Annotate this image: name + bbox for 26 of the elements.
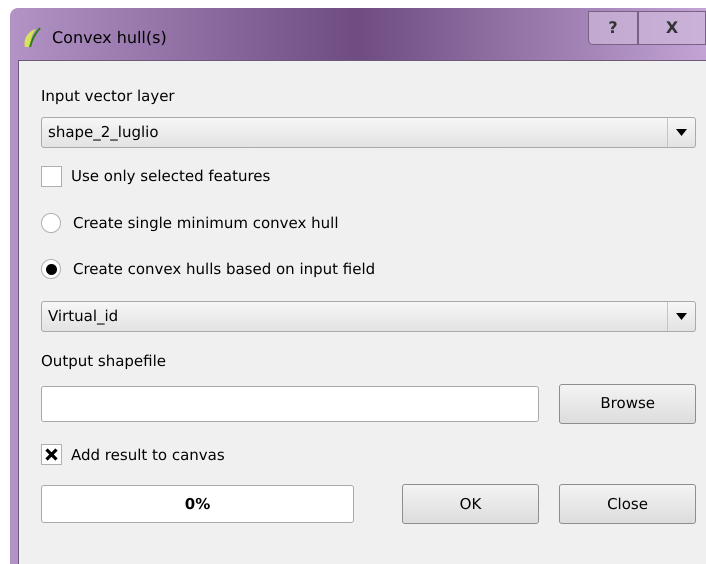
caret-icon bbox=[676, 129, 687, 136]
dropdown[interactable]: Virtual_id bbox=[41, 300, 696, 332]
app-logo-icon bbox=[22, 27, 42, 49]
dialog-button[interactable]: Close bbox=[559, 484, 696, 524]
dropdown[interactable]: shape_2_luglio bbox=[41, 117, 696, 148]
progress-text: 0% bbox=[184, 494, 210, 515]
radio-label: Create convex hulls based on input field bbox=[73, 259, 376, 280]
radio-button[interactable] bbox=[41, 259, 61, 280]
checkbox[interactable] bbox=[41, 166, 62, 187]
checkbox-label: Use only selected features bbox=[71, 166, 270, 187]
dropdown-value: Virtual_id bbox=[47, 306, 120, 327]
cross-icon bbox=[45, 448, 58, 462]
dialog-button[interactable]: OK bbox=[402, 484, 539, 524]
dialog-button[interactable]: Browse bbox=[559, 384, 696, 424]
field-label: Input vector layer bbox=[41, 86, 176, 107]
window-title: Convex hull(s) bbox=[52, 27, 167, 49]
radio-button[interactable] bbox=[41, 212, 61, 233]
output-path-field[interactable] bbox=[41, 386, 540, 422]
help-button[interactable]: ? bbox=[588, 11, 638, 45]
field-label: Output shapefile bbox=[41, 350, 167, 372]
checkbox-label: Add result to canvas bbox=[71, 444, 225, 466]
checkbox[interactable] bbox=[41, 444, 62, 466]
caret-icon bbox=[676, 312, 687, 320]
dropdown-value: shape_2_luglio bbox=[47, 122, 160, 144]
window-close-button[interactable]: X bbox=[638, 11, 706, 45]
radio-label: Create single minimum convex hull bbox=[73, 212, 339, 234]
